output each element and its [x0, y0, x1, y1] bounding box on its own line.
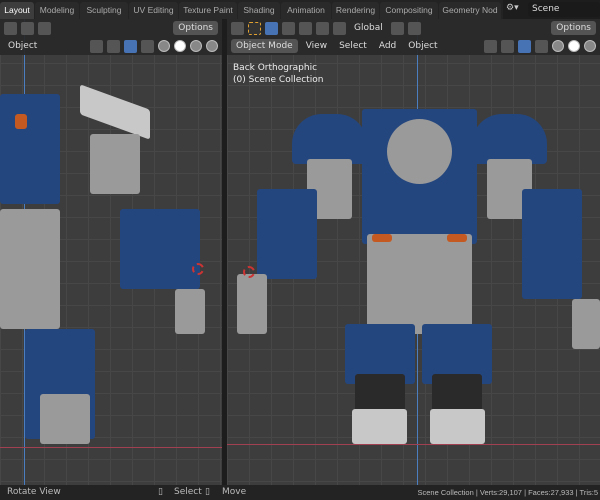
- tab-uv-editing[interactable]: UV Editing: [129, 2, 178, 19]
- scene-icon[interactable]: ⚙▾: [506, 3, 519, 13]
- mouse-middle-icon: ▯: [205, 487, 210, 497]
- 3d-cursor[interactable]: [192, 263, 204, 275]
- select-mode-new-icon[interactable]: [265, 21, 278, 35]
- tab-rendering[interactable]: Rendering: [332, 2, 379, 19]
- select-mode-extend-icon[interactable]: [282, 21, 295, 35]
- material-shading-icon[interactable]: [584, 40, 596, 52]
- material-shading-icon[interactable]: [190, 40, 202, 52]
- left-viewport[interactable]: Options Object: [0, 19, 222, 485]
- select-tool-icon[interactable]: [248, 21, 261, 35]
- mouse-left-icon: ▯: [158, 487, 163, 497]
- select-mode-intersect-icon[interactable]: [333, 21, 346, 35]
- status-select: Select: [174, 487, 202, 497]
- right-tool-header: Global Options: [227, 19, 600, 37]
- object-menu[interactable]: Object: [4, 41, 41, 51]
- status-move: Move: [222, 487, 247, 497]
- right-viewport-header: Object Mode View Select Add Object: [227, 37, 600, 55]
- add-menu[interactable]: Add: [375, 41, 400, 51]
- x-axis-line: [227, 444, 600, 445]
- status-rotate-view: Rotate View: [7, 487, 61, 497]
- view-name: Back Orthographic: [233, 63, 318, 73]
- xray-icon[interactable]: [141, 39, 154, 53]
- rendered-shading-icon[interactable]: [206, 40, 218, 52]
- transform-icon[interactable]: [4, 21, 17, 35]
- mode-selector[interactable]: Object Mode: [231, 39, 298, 53]
- solid-shading-icon[interactable]: [568, 40, 580, 52]
- tab-shading[interactable]: Shading: [238, 2, 280, 19]
- select-menu[interactable]: Select: [335, 41, 371, 51]
- overlay-icon[interactable]: [124, 39, 137, 53]
- gizmo-icon[interactable]: [501, 39, 514, 53]
- wireframe-shading-icon[interactable]: [158, 40, 170, 52]
- left-viewport-header: Object: [0, 37, 222, 55]
- x-axis-line: [0, 447, 222, 448]
- visibility-icon[interactable]: [90, 39, 103, 53]
- scene-statistics: Scene Collection | Verts:29,107 | Faces:…: [417, 488, 598, 497]
- tab-sculpting[interactable]: Sculpting: [80, 2, 128, 19]
- tab-layout[interactable]: Layout: [0, 2, 34, 19]
- left-tool-header: Options: [0, 19, 222, 37]
- proportional-icon[interactable]: [38, 21, 51, 35]
- workspace-tabs: Layout Modeling Sculpting UV Editing Tex…: [0, 0, 503, 19]
- transform-orientation[interactable]: Global: [350, 23, 387, 33]
- status-bar: Rotate View ▯ Select ▯ Move Scene Collec…: [0, 485, 600, 500]
- tab-modeling[interactable]: Modeling: [35, 2, 79, 19]
- 3d-cursor[interactable]: [243, 266, 255, 278]
- tab-compositing[interactable]: Compositing: [380, 2, 438, 19]
- object-menu[interactable]: Object: [404, 41, 441, 51]
- select-mode-invert-icon[interactable]: [316, 21, 329, 35]
- tab-geometry-nodes[interactable]: Geometry Nod: [439, 2, 501, 19]
- visibility-icon[interactable]: [484, 39, 497, 53]
- proportional-icon[interactable]: [407, 21, 421, 35]
- wireframe-shading-icon[interactable]: [552, 40, 564, 52]
- overlay-icon[interactable]: [518, 39, 531, 53]
- options-button[interactable]: Options: [551, 21, 596, 35]
- viewport-info: Back Orthographic (0) Scene Collection: [233, 62, 323, 86]
- right-viewport[interactable]: Global Options Object Mode View Select A…: [227, 19, 600, 485]
- gizmo-icon[interactable]: [107, 39, 120, 53]
- transform-pivot-icon[interactable]: [231, 21, 244, 35]
- snap-icon[interactable]: [390, 21, 404, 35]
- tab-texture-paint[interactable]: Texture Paint: [179, 2, 237, 19]
- snap-icon[interactable]: [21, 21, 34, 35]
- scene-selector[interactable]: Scene: [528, 2, 600, 17]
- xray-icon[interactable]: [535, 39, 548, 53]
- options-button[interactable]: Options: [173, 21, 218, 35]
- solid-shading-icon[interactable]: [174, 40, 186, 52]
- view-menu[interactable]: View: [302, 41, 331, 51]
- collection-name: (0) Scene Collection: [233, 75, 324, 85]
- tab-animation[interactable]: Animation: [281, 2, 331, 19]
- select-mode-subtract-icon[interactable]: [299, 21, 312, 35]
